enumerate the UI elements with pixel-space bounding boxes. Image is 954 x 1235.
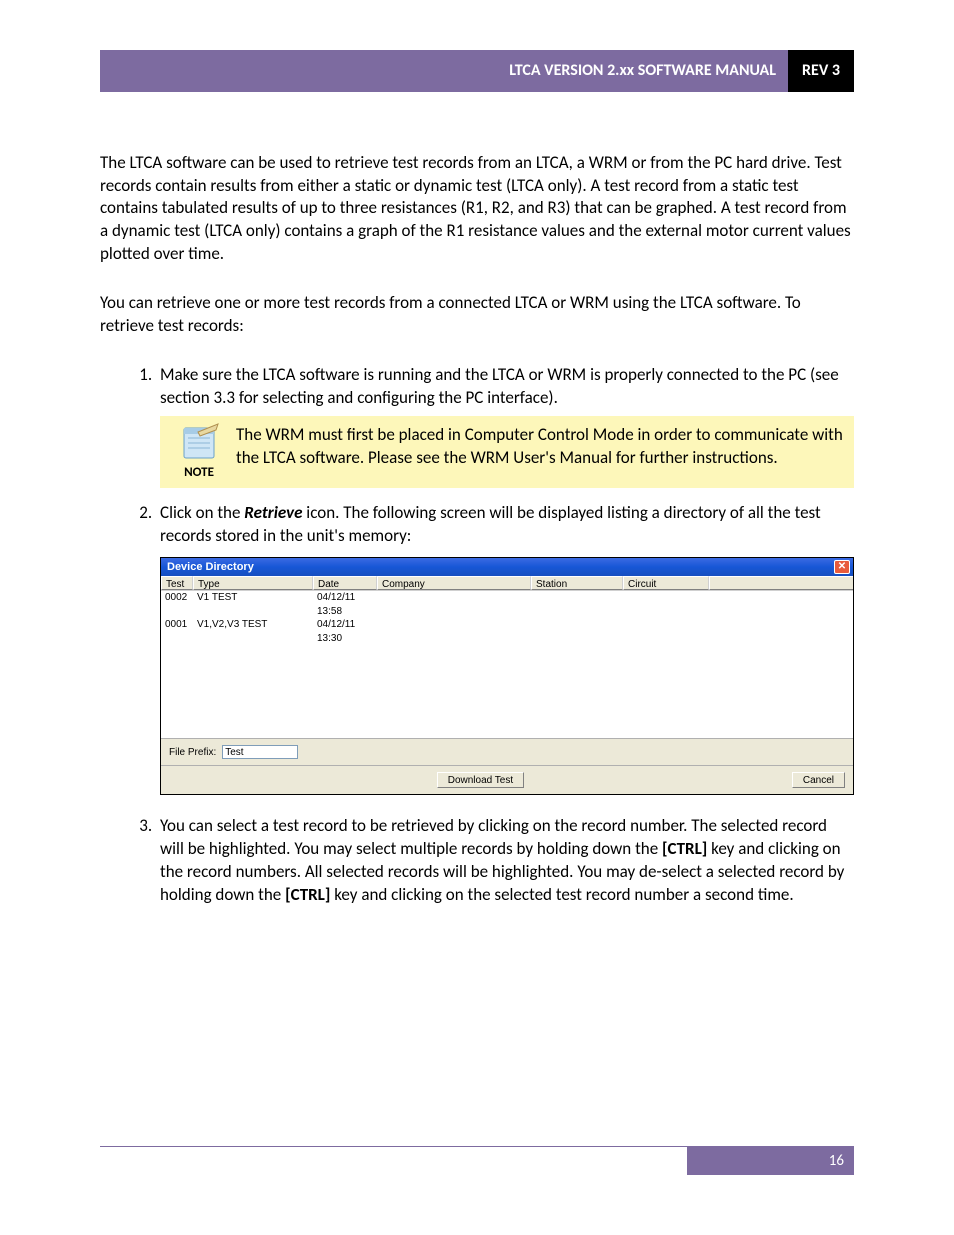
step-3: You can select a test record to be retri… — [156, 815, 854, 907]
step-3-text-e: key and clicking on the selected test re… — [330, 884, 793, 905]
note-label: NOTE — [166, 464, 232, 482]
file-prefix-input[interactable] — [222, 745, 298, 759]
cell-test: 0001 — [161, 618, 193, 645]
col-header-company[interactable]: Company — [377, 576, 531, 590]
col-header-test[interactable]: Test — [161, 576, 193, 590]
page-number: 16 — [687, 1147, 854, 1175]
header-rev: REV 3 — [788, 50, 854, 92]
intro-paragraph-1: The LTCA software can be used to retriev… — [100, 152, 854, 267]
cell-type: V1,V2,V3 TEST — [193, 618, 313, 645]
col-header-date[interactable]: Date — [313, 576, 377, 590]
list-row[interactable]: 0002 V1 TEST 04/12/11 13:58 — [161, 591, 853, 618]
cell-date: 04/12/11 13:58 — [313, 591, 377, 618]
file-prefix-row: File Prefix: — [161, 738, 853, 765]
cancel-button[interactable]: Cancel — [792, 772, 845, 788]
intro-paragraph-2: You can retrieve one or more test record… — [100, 292, 854, 338]
step-2-retrieve: Retrieve — [244, 502, 302, 523]
page-header: LTCA VERSION 2.xx SOFTWARE MANUAL REV 3 — [100, 50, 854, 92]
dialog-titlebar: Device Directory ✕ — [161, 558, 853, 576]
step-1-text: Make sure the LTCA software is running a… — [160, 364, 839, 408]
note-box: NOTE The WRM must first be placed in Com… — [160, 416, 854, 488]
note-text: The WRM must first be placed in Computer… — [232, 422, 848, 482]
close-icon[interactable]: ✕ — [834, 560, 850, 574]
cell-type: V1 TEST — [193, 591, 313, 618]
download-test-button[interactable]: Download Test — [437, 772, 524, 788]
step-2-text-a: Click on the — [160, 502, 244, 523]
col-header-circuit[interactable]: Circuit — [623, 576, 709, 590]
col-header-station[interactable]: Station — [531, 576, 623, 590]
device-directory-dialog: Device Directory ✕ Test Type Date Compan… — [160, 557, 854, 795]
record-list[interactable]: Test Type Date Company Station Circuit 0… — [161, 576, 853, 738]
step-1: Make sure the LTCA software is running a… — [156, 364, 854, 487]
col-header-rest — [709, 576, 853, 590]
list-row[interactable]: 0001 V1,V2,V3 TEST 04/12/11 13:30 — [161, 618, 853, 645]
cell-test: 0002 — [161, 591, 193, 618]
step-3-ctrl-1: [CTRL] — [662, 838, 707, 859]
col-header-type[interactable]: Type — [193, 576, 313, 590]
notepad-icon — [176, 422, 222, 462]
dialog-title: Device Directory — [167, 560, 254, 575]
cell-date: 04/12/11 13:30 — [313, 618, 377, 645]
header-title: LTCA VERSION 2.xx SOFTWARE MANUAL — [100, 50, 788, 92]
file-prefix-label: File Prefix: — [169, 746, 216, 760]
page-footer: 16 — [100, 1146, 854, 1175]
step-2: Click on the Retrieve icon. The followin… — [156, 502, 854, 796]
step-3-ctrl-2: [CTRL] — [285, 884, 330, 905]
list-header-row: Test Type Date Company Station Circuit — [161, 576, 853, 591]
